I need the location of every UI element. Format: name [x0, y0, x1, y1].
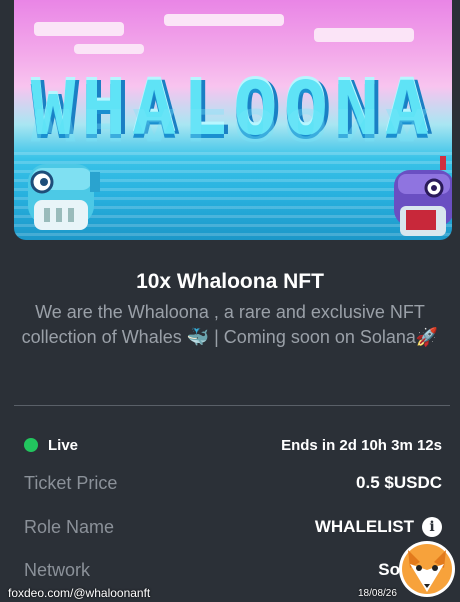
detail-row-ticket-price: Ticket Price 0.5 $USDC: [24, 469, 442, 497]
status-row: Live Ends in 2d 10h 3m 12s: [24, 431, 442, 459]
live-label: Live: [48, 436, 79, 454]
nft-description: We are the Whaloona , a rare and exclusi…: [21, 302, 439, 347]
info-icon[interactable]: i: [422, 517, 442, 537]
nft-title: 10x Whaloona NFT: [136, 270, 324, 293]
network-label: Network: [24, 559, 91, 580]
role-name-label: Role Name: [24, 516, 115, 537]
blue-whale-icon: [28, 164, 100, 230]
nft-card: WHALOONA WHALOONA 10x Whaloona NFT We ar…: [0, 0, 460, 602]
countdown-text: Ends in 2d 10h 3m 12s: [281, 436, 442, 454]
divider: [14, 405, 450, 406]
live-indicator: Live: [24, 437, 78, 454]
detail-row-network: Network So: [24, 556, 442, 584]
network-value: So: [378, 560, 400, 579]
role-name-value: WHALELIST: [314, 517, 414, 536]
live-dot-icon: [24, 438, 38, 452]
detail-row-role-name: Role Name WHALELIST i: [24, 513, 442, 541]
nft-banner-image: WHALOONA WHALOONA: [14, 0, 452, 240]
ticket-price-value: 0.5 $USDC: [356, 473, 442, 492]
ticket-price-label: Ticket Price: [24, 472, 118, 493]
watermark-source: foxdeo.com/@whaloonanft: [8, 586, 151, 600]
watermark-date: 18/08/26: [358, 588, 397, 599]
role-name-value-group: WHALELIST i: [315, 517, 442, 537]
fox-logo-icon: [399, 541, 455, 597]
purple-whale-icon: [394, 156, 452, 236]
